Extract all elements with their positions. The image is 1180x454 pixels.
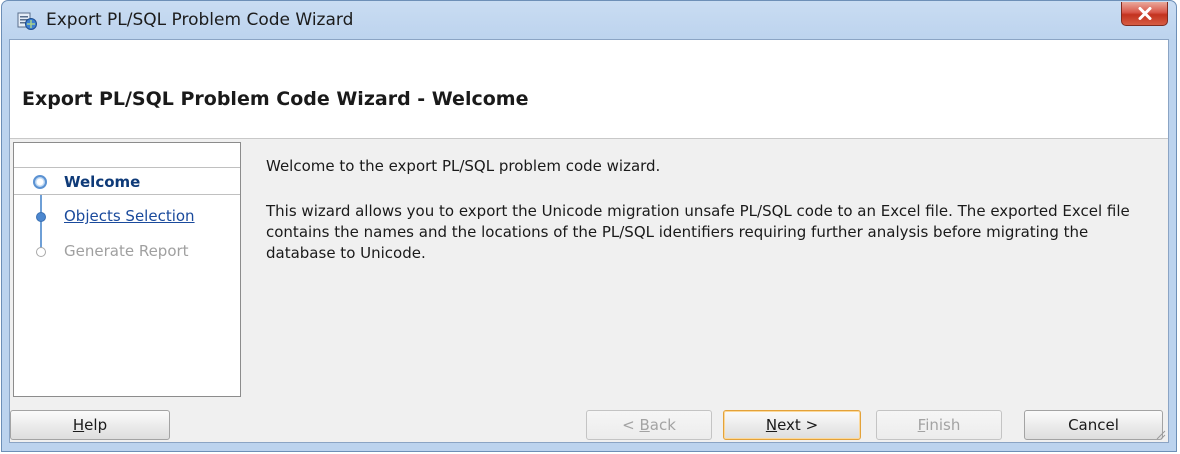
cancel-button[interactable]: Cancel: [1024, 410, 1163, 440]
step-navigation: Welcome Objects Selection Generate Repor…: [13, 142, 241, 397]
welcome-description-text: This wizard allows you to export the Uni…: [266, 202, 1130, 262]
header-band: Export PL/SQL Problem Code Wizard - Welc…: [10, 40, 1168, 139]
next-button[interactable]: Next >: [723, 410, 861, 440]
welcome-heading-text: Welcome to the export PL/SQL problem cod…: [266, 157, 661, 175]
mnemonic: B: [639, 416, 650, 434]
app-icon: [17, 11, 37, 31]
back-button[interactable]: < Back: [586, 410, 712, 440]
nav-step-label: Welcome: [64, 173, 141, 191]
button-label-rest: ext >: [777, 416, 819, 434]
resize-grip-icon[interactable]: [1154, 428, 1166, 440]
close-button[interactable]: [1121, 2, 1168, 26]
finish-button[interactable]: Finish: [876, 410, 1002, 440]
button-label-rest: ack: [649, 416, 676, 434]
step-pending-icon: [36, 247, 46, 257]
mnemonic: H: [72, 416, 85, 434]
window-title: Export PL/SQL Problem Code Wizard: [46, 10, 354, 30]
button-label-rest: elp: [84, 416, 108, 434]
close-icon: [1138, 7, 1152, 20]
nav-step-generate-report: Generate Report: [14, 237, 240, 265]
nav-step-label: Objects Selection: [64, 207, 195, 225]
welcome-content: Welcome to the export PL/SQL problem cod…: [266, 156, 1146, 288]
page-title: Export PL/SQL Problem Code Wizard - Welc…: [22, 88, 529, 110]
wizard-body: Export PL/SQL Problem Code Wizard - Welc…: [9, 39, 1169, 443]
step-dot-icon: [36, 212, 46, 222]
nav-step-label: Generate Report: [64, 242, 189, 260]
mnemonic: N: [765, 416, 778, 434]
help-button[interactable]: Help: [10, 410, 170, 440]
current-step-icon: [33, 175, 47, 189]
nav-step-welcome[interactable]: Welcome: [14, 167, 240, 195]
wizard-window: Export PL/SQL Problem Code Wizard Export…: [1, 0, 1177, 452]
button-label-rest: inish: [925, 416, 961, 434]
nav-step-objects-selection[interactable]: Objects Selection: [14, 202, 240, 230]
title-bar[interactable]: Export PL/SQL Problem Code Wizard: [2, 1, 1176, 39]
button-label-prefix: <: [622, 416, 640, 434]
